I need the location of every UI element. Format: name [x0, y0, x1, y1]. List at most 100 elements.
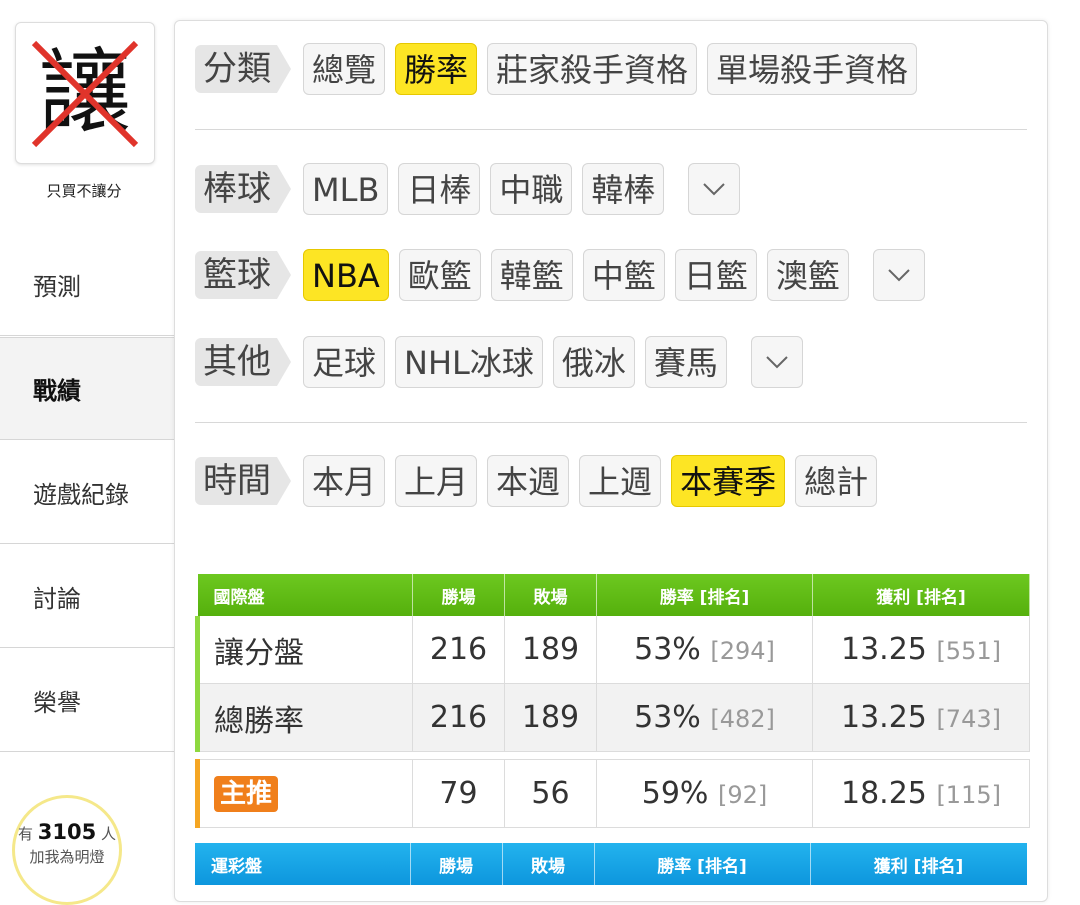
fans-badge[interactable]: 有 3105 人 加我為明燈: [12, 795, 122, 905]
loss-count: 56: [504, 759, 597, 828]
column-header: 勝場: [412, 574, 505, 616]
chip-euro-basketball[interactable]: 歐籃: [398, 249, 481, 301]
row-name: 讓分盤: [195, 616, 413, 684]
nav-record[interactable]: 戰績: [0, 337, 174, 440]
other-filter-row: 其他 足球 NHL冰球 俄冰 賽馬: [195, 336, 803, 388]
other-more-dropdown[interactable]: [750, 336, 803, 388]
fans-suffix: 人: [101, 825, 117, 843]
baseball-filter-row: 棒球 MLB 日棒 中職 韓棒: [195, 163, 741, 215]
win-rate-rank: [294]: [710, 637, 775, 665]
win-rate: 53%: [634, 700, 701, 735]
basketball-label: 籃球: [195, 251, 291, 299]
profit-rank: [115]: [936, 781, 1001, 809]
lottery-stats-table: 運彩盤 勝場 敗場 勝率 [排名] 獲利 [排名]: [195, 843, 1028, 885]
column-header: 敗場: [504, 574, 597, 616]
sidebar: 讓 只買不讓分 預測 戰績 遊戲紀錄 討論 榮譽 有 3105 人 加我為明燈: [0, 0, 174, 905]
win-rate-cell: 59% [92]: [596, 759, 813, 828]
chip-russian-hockey[interactable]: 俄冰: [552, 336, 635, 388]
main-pick-tag: 主推: [214, 776, 279, 812]
profit: 13.25: [841, 700, 927, 735]
table-header-row: 運彩盤 勝場 敗場 勝率 [排名] 獲利 [排名]: [195, 843, 1028, 885]
time-total[interactable]: 總計: [795, 455, 878, 507]
profit-rank: [743]: [936, 705, 1001, 733]
time-this-month[interactable]: 本月: [303, 455, 386, 507]
loss-count: 189: [504, 683, 597, 752]
chip-japan-basketball[interactable]: 日籃: [674, 249, 757, 301]
time-last-week[interactable]: 上週: [579, 455, 662, 507]
profit-cell: 18.25 [115]: [812, 759, 1030, 828]
user-name: 只買不讓分: [46, 182, 122, 200]
table-header-row: 國際盤 勝場 敗場 勝率 [排名] 獲利 [排名]: [197, 574, 1030, 616]
column-header: 國際盤: [197, 574, 413, 616]
profit: 13.25: [841, 632, 927, 667]
table-row: 總勝率 216 189 53% [482] 13.25 [743]: [195, 683, 1030, 752]
other-label: 其他: [195, 338, 291, 386]
loss-count: 189: [504, 616, 597, 684]
category-overview[interactable]: 總覽: [303, 43, 386, 95]
time-label: 時間: [195, 457, 291, 505]
time-filter-row: 時間 本月 上月 本週 上週 本賽季 總計: [195, 455, 887, 507]
chevron-down-icon: [766, 356, 788, 369]
profit-rank: [551]: [936, 637, 1001, 665]
column-header: 敗場: [502, 843, 595, 885]
stats-panel: 分類 總覽 勝率 莊家殺手資格 單場殺手資格 棒球 MLB 日棒 中職 韓棒 籃…: [174, 20, 1048, 902]
divider: [195, 129, 1027, 130]
chip-soccer[interactable]: 足球: [303, 336, 386, 388]
column-header: 勝率 [排名]: [594, 843, 811, 885]
profit: 18.25: [841, 776, 927, 811]
win-count: 216: [412, 616, 505, 684]
chip-kbo[interactable]: 韓棒: [582, 163, 665, 215]
chip-npb[interactable]: 日棒: [398, 163, 481, 215]
divider: [195, 422, 1027, 423]
baseball-label: 棒球: [195, 165, 291, 213]
avatar[interactable]: 讓: [15, 22, 155, 164]
chip-cpbl[interactable]: 中職: [490, 163, 573, 215]
nav-discussion[interactable]: 討論: [0, 545, 174, 648]
time-this-season[interactable]: 本賽季: [671, 455, 786, 507]
main-pick-table: 主推 79 56 59% [92] 18.25 [115]: [195, 759, 1030, 828]
column-header: 獲利 [排名]: [812, 574, 1030, 616]
win-rate: 59%: [641, 776, 709, 811]
category-win-rate[interactable]: 勝率: [395, 43, 478, 95]
main-pick-tag-cell: 主推: [195, 759, 413, 828]
basketball-filter-row: 籃球 NBA 歐籃 韓籃 中籃 日籃 澳籃: [195, 249, 925, 301]
chip-korea-basketball[interactable]: 韓籃: [490, 249, 573, 301]
category-filter-row: 分類 總覽 勝率 莊家殺手資格 單場殺手資格: [195, 43, 927, 95]
column-header: 獲利 [排名]: [810, 843, 1028, 885]
fans-caption: 加我為明燈: [29, 848, 105, 866]
time-last-month[interactable]: 上月: [395, 455, 478, 507]
basketball-more-dropdown[interactable]: [872, 249, 925, 301]
chevron-down-icon: [888, 269, 910, 282]
win-rate-cell: 53% [482]: [596, 683, 813, 752]
category-label: 分類: [195, 45, 291, 93]
red-cross-icon: [31, 40, 139, 148]
nav-honor[interactable]: 榮譽: [0, 649, 174, 752]
baseball-more-dropdown[interactable]: [688, 163, 741, 215]
fans-count: 3105: [37, 820, 97, 844]
chip-horse-racing[interactable]: 賽馬: [644, 336, 727, 388]
nav-game-log[interactable]: 遊戲紀錄: [0, 441, 174, 544]
win-count: 79: [412, 759, 505, 828]
category-single-killer[interactable]: 單場殺手資格: [707, 43, 918, 95]
profit-cell: 13.25 [551]: [812, 616, 1030, 684]
win-rate-rank: [92]: [717, 781, 768, 809]
chip-nhl[interactable]: NHL冰球: [395, 336, 543, 388]
chip-nba[interactable]: NBA: [303, 249, 389, 301]
nav-predict[interactable]: 預測: [0, 233, 174, 336]
chip-china-basketball[interactable]: 中籃: [582, 249, 665, 301]
fans-prefix: 有: [17, 825, 33, 843]
chip-mlb[interactable]: MLB: [303, 163, 389, 215]
column-header: 勝率 [排名]: [596, 574, 813, 616]
table-row: 讓分盤 216 189 53% [294] 13.25 [551]: [195, 616, 1030, 684]
column-header: 勝場: [410, 843, 503, 885]
time-this-week[interactable]: 本週: [487, 455, 570, 507]
category-banker-killer[interactable]: 莊家殺手資格: [487, 43, 698, 95]
column-header: 運彩盤: [195, 843, 411, 885]
fans-count-line: 有 3105 人: [15, 820, 119, 844]
chip-australia-basketball[interactable]: 澳籃: [766, 249, 849, 301]
intl-stats-table: 國際盤 勝場 敗場 勝率 [排名] 獲利 [排名] 讓分盤 216 189 53…: [195, 574, 1030, 752]
table-row: 主推 79 56 59% [92] 18.25 [115]: [195, 759, 1030, 828]
row-name: 總勝率: [195, 683, 413, 752]
profit-cell: 13.25 [743]: [812, 683, 1030, 752]
win-rate-rank: [482]: [710, 705, 775, 733]
